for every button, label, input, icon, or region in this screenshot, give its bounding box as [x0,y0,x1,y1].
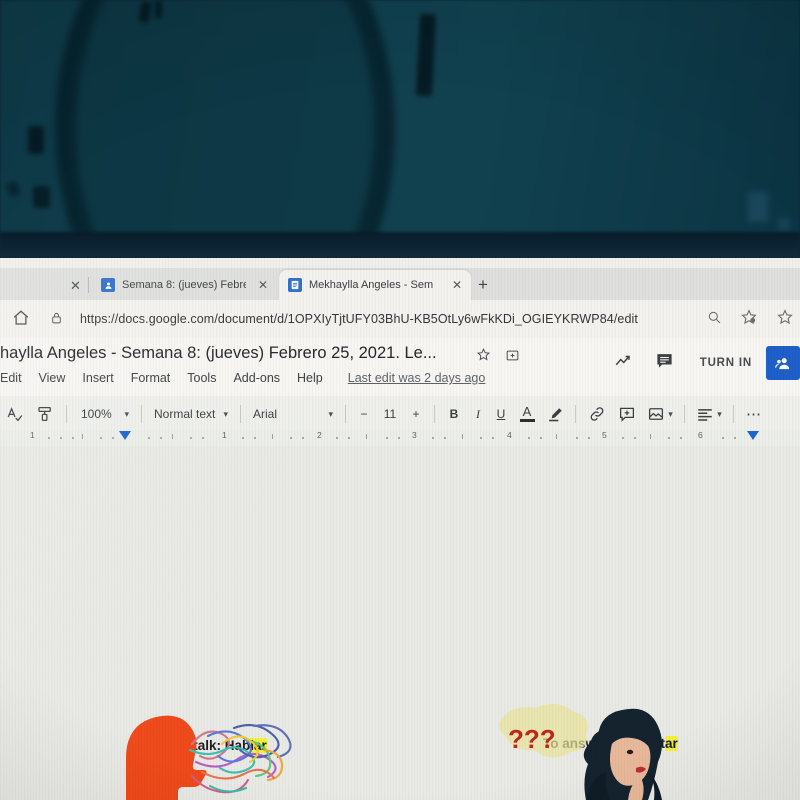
background-room-photo [0,0,800,258]
star-badge-icon[interactable] [740,308,758,331]
underline-button[interactable]: U [489,401,513,427]
tab-label: Semana 8: (jueves) Febrero 25, 2 [122,279,246,291]
paragraph-style-select[interactable]: Normal text ▾ [148,401,234,427]
ruler-number: 1 [30,430,35,440]
comment-icon[interactable] [644,351,686,375]
zoom-level-value: 100% [81,407,112,421]
ruler-number: 5 [602,430,607,440]
zoom-level-select[interactable]: 100% ▾ [73,401,135,427]
toolbar-separator [575,405,576,423]
toolbar-separator [434,405,435,423]
chevron-down-icon: ▾ [124,408,129,419]
toolbar-separator [240,405,241,423]
toolbar-separator [141,405,142,423]
info-lock-icon[interactable] [50,310,64,328]
docs-menu-bar: Edit View Insert Format Tools Add-ons He… [0,371,485,385]
insert-image-icon[interactable]: ▾ [642,401,678,427]
font-size-input[interactable]: 11 [376,401,404,427]
room-dark-clip-c [33,186,50,208]
photographed-screen: ✕ Semana 8: (jueves) Febrero 25, 2 ✕ Mek… [0,0,800,800]
formatting-toolbar: 100% ▾ Normal text ▾ Arial ▾ − 11 + B I … [0,398,800,430]
room-dark-clip-a [415,13,437,97]
new-tab-button[interactable]: + [478,276,488,293]
document-ruler[interactable]: 1 1 2 3 4 5 6 [0,430,800,446]
toolbar-separator [684,405,685,423]
last-edit-label[interactable]: Last edit was 2 days ago [348,371,486,385]
tab-mekhaylla-doc[interactable]: Mekhaylla Angeles - Semana 8: ✕ [279,270,471,300]
share-person-icon [774,357,789,369]
monitor-bezel [0,232,800,258]
tab-divider [88,277,89,293]
toolbar-separator [345,405,346,423]
bold-button[interactable]: B [441,401,467,427]
left-indent-marker[interactable] [119,431,131,440]
ruler-number: 6 [698,430,703,440]
menu-add-ons[interactable]: Add-ons [233,371,280,385]
docs-icon [288,278,302,292]
toolbar-separator [66,405,67,423]
menu-tools[interactable]: Tools [187,371,216,385]
chevron-down-icon: ▾ [717,408,722,419]
highlight-pen-icon[interactable] [541,401,569,427]
ruler-number: 1 [222,430,227,440]
ruler-number: 4 [507,430,512,440]
menu-insert[interactable]: Insert [82,371,113,385]
align-left-icon[interactable]: ▾ [691,401,727,427]
speaking-head-illustration [104,700,364,800]
ruler-number: 3 [412,430,417,440]
ruler-number: 2 [317,430,322,440]
spellcheck-icon[interactable] [0,401,30,427]
tab-strip: ✕ Semana 8: (jueves) Febrero 25, 2 ✕ Mek… [0,268,800,300]
tab-label: Mekhaylla Angeles - Semana 8: [309,279,433,291]
confused-woman-photo: ??? [490,700,710,800]
document-title[interactable]: haylla Angeles - Semana 8: (jueves) Febr… [0,344,437,363]
star-icon[interactable] [776,308,794,331]
increase-font-size-button[interactable]: + [404,401,428,427]
star-icon[interactable] [476,347,491,366]
chevron-down-icon: ▾ [328,408,333,419]
more-options-icon[interactable]: ⋯ [740,401,768,427]
menu-view[interactable]: View [39,371,66,385]
menu-help[interactable]: Help [297,371,323,385]
share-button[interactable] [766,346,800,380]
chevron-down-icon: ▾ [668,408,673,419]
address-bar-actions [706,308,794,331]
menu-edit[interactable]: Edit [0,371,22,385]
text-color-icon[interactable]: A [513,401,541,427]
font-family-select[interactable]: Arial ▾ [247,401,339,427]
room-mark-b [748,192,768,222]
room-dark-clip-b [28,126,44,154]
meet-icon [101,278,115,292]
activity-trend-icon[interactable] [602,352,644,375]
right-indent-marker[interactable] [747,431,759,440]
move-to-folder-icon[interactable] [505,348,520,368]
decrease-font-size-button[interactable]: − [352,401,376,427]
room-dark-speck-b [155,1,162,18]
room-ring-inner-shape [72,0,377,258]
menu-format[interactable]: Format [131,371,171,385]
url-text[interactable]: https://docs.google.com/document/d/1OPXI… [80,312,638,326]
close-icon[interactable]: ✕ [452,279,462,291]
tab-semana8-meet[interactable]: Semana 8: (jueves) Febrero 25, 2 ✕ [92,270,277,300]
paragraph-style-value: Normal text [154,407,216,421]
docs-header-actions: TURN IN [602,346,800,380]
italic-button[interactable]: I [467,401,489,427]
toolbar-separator [733,405,734,423]
font-family-value: Arial [253,407,278,421]
home-icon[interactable] [12,309,32,329]
insert-link-icon[interactable] [582,401,612,427]
room-mark-c [778,218,790,231]
close-icon[interactable]: ✕ [258,279,268,291]
add-comment-icon[interactable] [612,401,642,427]
zoom-search-icon[interactable] [706,309,722,330]
docs-header: haylla Angeles - Semana 8: (jueves) Febr… [0,338,800,396]
room-mark-a [5,180,22,198]
turn-in-button[interactable]: TURN IN [686,357,766,369]
strip-close-icon[interactable]: ✕ [70,278,81,294]
address-bar: https://docs.google.com/document/d/1OPXI… [0,300,800,338]
chevron-down-icon: ▾ [223,408,228,419]
question-marks: ??? [508,724,556,754]
paint-format-icon[interactable] [30,401,60,427]
